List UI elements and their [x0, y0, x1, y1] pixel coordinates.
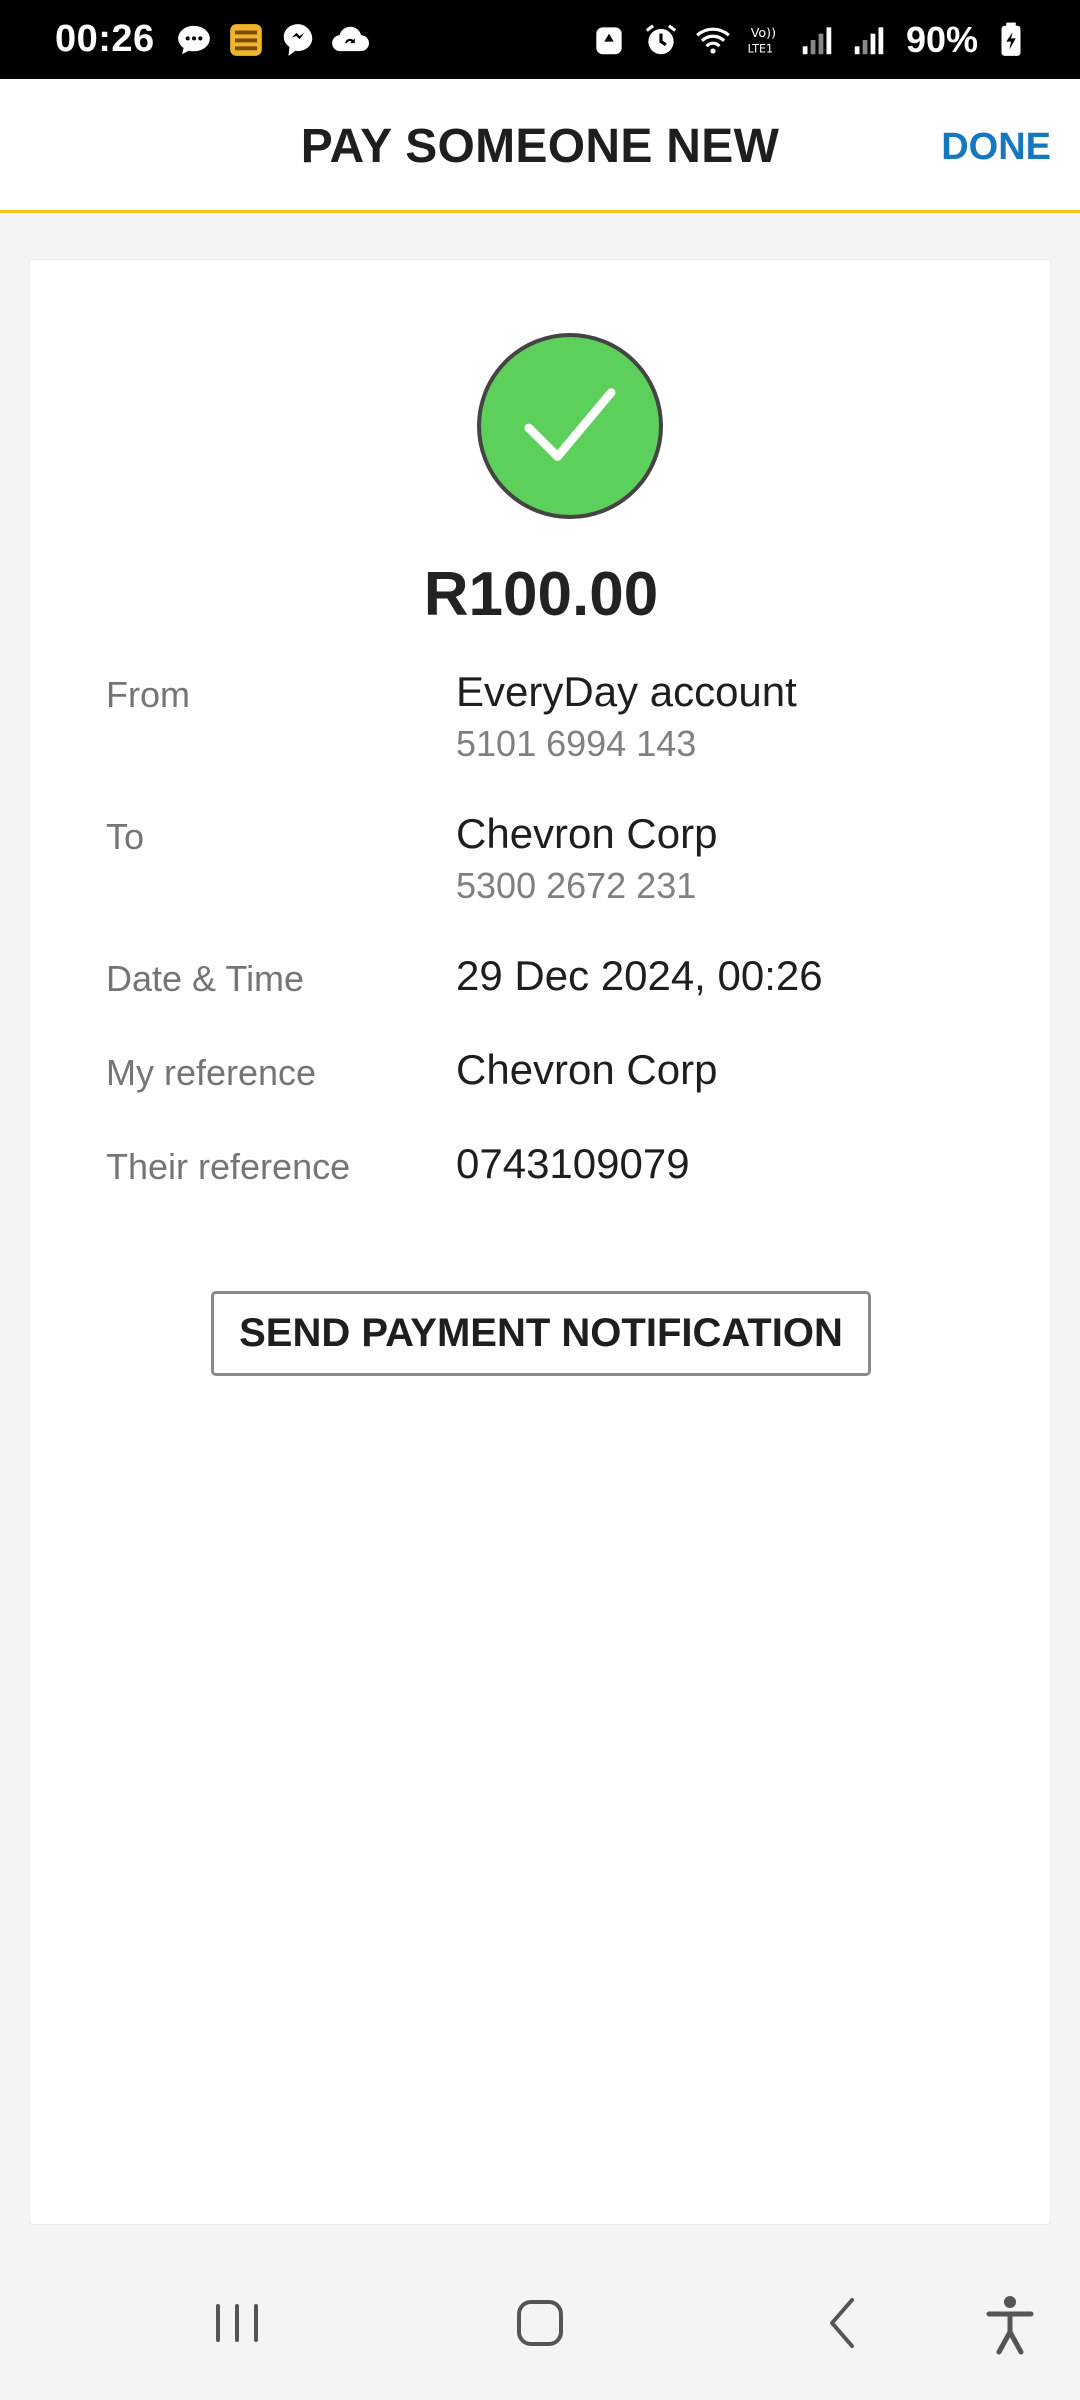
back-icon[interactable]: [808, 2288, 878, 2358]
status-left: 00:26: [55, 18, 369, 61]
signal-icon: [798, 21, 836, 59]
svg-text:LTE1: LTE1: [748, 42, 773, 55]
to-account-number: 5300 2672 231: [456, 865, 697, 906]
recycle-icon: [590, 21, 628, 59]
from-account-number: 5101 6994 143: [456, 723, 697, 764]
datetime-label: Date & Time: [106, 958, 305, 999]
messenger-icon: [279, 21, 317, 59]
app-header: PAY SOMEONE NEW DONE: [0, 79, 1080, 213]
status-bar: 00:26 Vo)) LTE1 90%: [0, 0, 1080, 79]
system-navigation-bar: [0, 2240, 1080, 2400]
from-label: From: [106, 674, 190, 715]
payment-amount: R100.00: [423, 560, 659, 629]
svg-text:Vo)): Vo)): [751, 24, 776, 39]
their-reference-value: 0743109079: [456, 1140, 690, 1187]
stack-app-icon: [227, 21, 265, 59]
from-account-name: EveryDay account: [456, 668, 797, 715]
my-reference-label: My reference: [106, 1052, 317, 1093]
wifi-icon: [694, 21, 732, 59]
recents-icon[interactable]: [202, 2288, 272, 2358]
page-title: PAY SOMEONE NEW: [300, 120, 780, 173]
send-payment-notification-button[interactable]: SEND PAYMENT NOTIFICATION: [211, 1291, 871, 1376]
status-right: Vo)) LTE1 90%: [590, 19, 1030, 61]
datetime-value: 29 Dec 2024, 00:26: [456, 952, 823, 999]
my-reference-value: Chevron Corp: [456, 1046, 718, 1093]
volte-icon: Vo)) LTE1: [746, 21, 784, 59]
chat-bubble-icon: [175, 21, 213, 59]
payment-confirmation-card: R100.00 From EveryDay account 5101 6994 …: [29, 259, 1051, 2225]
accessibility-icon[interactable]: [975, 2288, 1045, 2358]
done-button[interactable]: DONE: [941, 126, 1051, 169]
battery-percentage: 90%: [905, 18, 978, 60]
alarm-icon: [642, 21, 680, 59]
success-check-icon: [477, 333, 663, 519]
home-icon[interactable]: [505, 2288, 575, 2358]
to-label: To: [106, 816, 145, 857]
signal-icon: [850, 21, 888, 59]
battery-icon: [992, 21, 1030, 59]
their-reference-label: Their reference: [106, 1146, 351, 1187]
to-recipient-name: Chevron Corp: [456, 810, 718, 857]
status-time: 00:26: [55, 18, 155, 60]
cloud-sync-icon: [331, 21, 369, 59]
